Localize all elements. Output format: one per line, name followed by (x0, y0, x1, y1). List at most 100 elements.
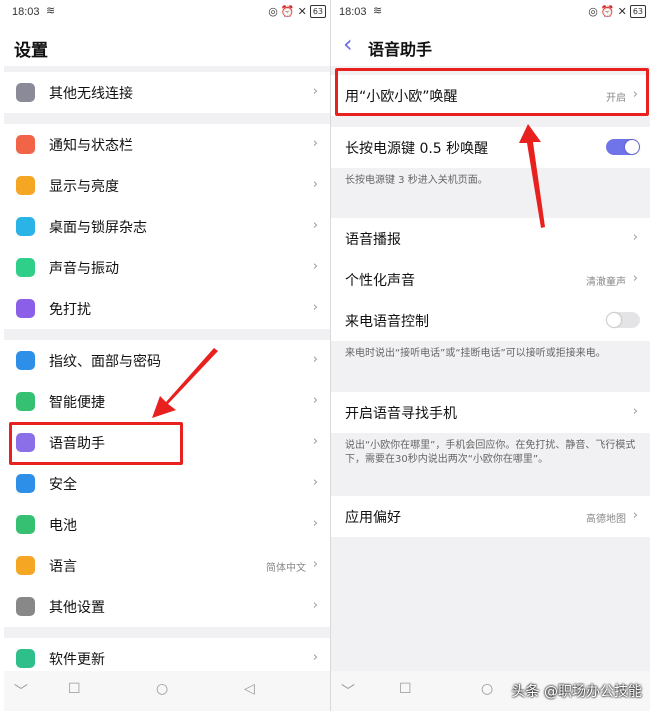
hd-icon: ◎ (588, 5, 598, 18)
mute-icon: ✕ (297, 5, 307, 18)
settings-item-shield[interactable]: 安全 › (4, 463, 330, 504)
settings-item-language[interactable]: 语言 简体中文 › (4, 545, 330, 586)
settings-item-label: 电池 (49, 518, 77, 534)
settings-item-label: 语言 (49, 559, 77, 575)
power-key-label: 长按电源键 0.5 秒唤醒 (345, 141, 489, 157)
battery-indicator: 63 (629, 5, 646, 18)
status-icons: ◎ ⏰ ✕ 63 (588, 5, 646, 18)
chevron-right-icon: › (312, 393, 318, 408)
chevron-right-icon: › (632, 404, 638, 419)
settings-item-sound[interactable]: 声音与振动 › (4, 247, 330, 288)
smart-icon (16, 392, 35, 411)
fingerprint-icon (16, 351, 35, 370)
settings-item-brightness[interactable]: 显示与亮度 › (4, 165, 330, 206)
chevron-right-icon: › (312, 650, 318, 665)
language-icon (16, 556, 35, 575)
nav-recent-icon[interactable]: ☐ (68, 681, 81, 697)
notification-icon (16, 135, 35, 154)
alarm-icon: ⏰ (600, 5, 615, 18)
page-header: ‹ 语音助手 (331, 28, 650, 66)
status-icons: ◎ ⏰ ✕ 63 (268, 5, 326, 18)
settings-item-label: 其他设置 (49, 600, 105, 616)
settings-item-label: 指纹、面部与密码 (49, 354, 161, 370)
chevron-right-icon: › (312, 259, 318, 274)
chevron-right-icon: › (312, 177, 318, 192)
chevron-right-icon: › (632, 271, 638, 286)
personal-voice-value: 清澈童声 (586, 277, 626, 288)
chevron-right-icon: › (312, 84, 318, 99)
chevron-right-icon: › (312, 557, 318, 572)
settings-item-value: 简体中文 (266, 563, 306, 574)
nav-down-icon[interactable]: ﹀ (341, 681, 355, 701)
power-key-toggle[interactable] (606, 139, 640, 155)
hd-icon: ◎ (268, 5, 278, 18)
call-voice-control-row[interactable]: 来电语音控制 (331, 300, 650, 341)
settings-item-fingerprint[interactable]: 指纹、面部与密码 › (4, 340, 330, 381)
power-key-note: 长按电源键 3 秒进入关机页面。 (345, 175, 488, 186)
voice-broadcast-row[interactable]: 语音播报 › (331, 218, 650, 259)
app-preference-value: 高德地图 (586, 514, 626, 525)
page-title: 设置 (14, 41, 48, 61)
back-arrow-icon[interactable]: ‹ (343, 30, 353, 58)
chevron-right-icon: › (632, 230, 638, 245)
settings-screen: 18:03 ≋ ◎ ⏰ ✕ 63 设置 其他无线连接 › 通知与状态栏 › 显示与亮度 ›… (4, 0, 330, 711)
settings-item-moon[interactable]: 免打扰 › (4, 288, 330, 329)
gear-icon (16, 597, 35, 616)
nav-back-icon[interactable]: ◁ (244, 681, 255, 697)
settings-item-label: 声音与振动 (49, 261, 119, 277)
call-voice-control-note: 来电时说出“接听电话”或“挂断电话”可以接听或拒接来电。 (345, 348, 606, 359)
mute-icon: ✕ (617, 5, 627, 18)
find-phone-note: 说出“小欧你在哪里”，手机会回应你。在免打扰、静音、飞行模式下，需要在30秒内说… (345, 440, 636, 465)
find-phone-label: 开启语音寻找手机 (345, 406, 457, 422)
app-preference-label: 应用偏好 (345, 510, 401, 526)
highlight-box-voice-assistant (9, 422, 183, 465)
chevron-right-icon: › (312, 516, 318, 531)
settings-item-battery[interactable]: 电池 › (4, 504, 330, 545)
settings-item-wallpaper[interactable]: 桌面与锁屏杂志 › (4, 206, 330, 247)
settings-item-gear[interactable]: 其他设置 › (4, 586, 330, 627)
nav-home-icon[interactable]: ○ (156, 681, 168, 697)
wallpaper-icon (16, 217, 35, 236)
find-phone-row[interactable]: 开启语音寻找手机 › (331, 392, 650, 433)
highlight-box-wake-word (335, 68, 649, 116)
wifi-icon: ≋ (373, 4, 383, 17)
watermark: 头条 @职场办公技能 (511, 684, 642, 700)
navigation-bar: ﹀ ☐ ○ ◁ (4, 671, 330, 711)
chevron-right-icon: › (312, 475, 318, 490)
chevron-right-icon: › (312, 434, 318, 449)
status-bar: 18:03 ≋ ◎ ⏰ ✕ 63 (4, 0, 330, 28)
status-bar: 18:03 ≋ ◎ ⏰ ✕ 63 (331, 0, 650, 28)
app-preference-row[interactable]: 应用偏好 高德地图 › (331, 496, 650, 537)
call-voice-control-toggle[interactable] (606, 312, 640, 328)
call-voice-control-label: 来电语音控制 (345, 314, 429, 330)
nav-home-icon[interactable]: ○ (481, 681, 493, 697)
power-key-row[interactable]: 长按电源键 0.5 秒唤醒 (331, 127, 650, 168)
chevron-right-icon: › (312, 300, 318, 315)
brightness-icon (16, 176, 35, 195)
personal-voice-row[interactable]: 个性化声音 清澈童声 › (331, 259, 650, 300)
nav-recent-icon[interactable]: ☐ (399, 681, 412, 697)
battery-icon (16, 515, 35, 534)
settings-item-label: 桌面与锁屏杂志 (49, 220, 147, 236)
personal-voice-label: 个性化声音 (345, 273, 415, 289)
shield-icon (16, 474, 35, 493)
page-title: 语音助手 (368, 40, 433, 59)
nav-down-icon[interactable]: ﹀ (14, 681, 28, 701)
settings-item-notification[interactable]: 通知与状态栏 › (4, 124, 330, 165)
update-icon (16, 649, 35, 668)
settings-item-more-dots[interactable]: 其他无线连接 › (4, 72, 330, 113)
wifi-icon: ≋ (46, 4, 56, 17)
moon-icon (16, 299, 35, 318)
settings-item-label: 显示与亮度 (49, 179, 119, 195)
settings-item-label: 免打扰 (49, 302, 91, 318)
status-time: 18:03 (12, 6, 40, 18)
sound-icon (16, 258, 35, 277)
chevron-right-icon: › (632, 508, 638, 523)
alarm-icon: ⏰ (280, 5, 295, 18)
voice-broadcast-label: 语音播报 (345, 232, 401, 248)
settings-item-smart[interactable]: 智能便捷 › (4, 381, 330, 422)
settings-item-label: 安全 (49, 477, 77, 493)
settings-item-label: 智能便捷 (49, 395, 105, 411)
battery-indicator: 63 (309, 5, 326, 18)
more-dots-icon (16, 83, 35, 102)
